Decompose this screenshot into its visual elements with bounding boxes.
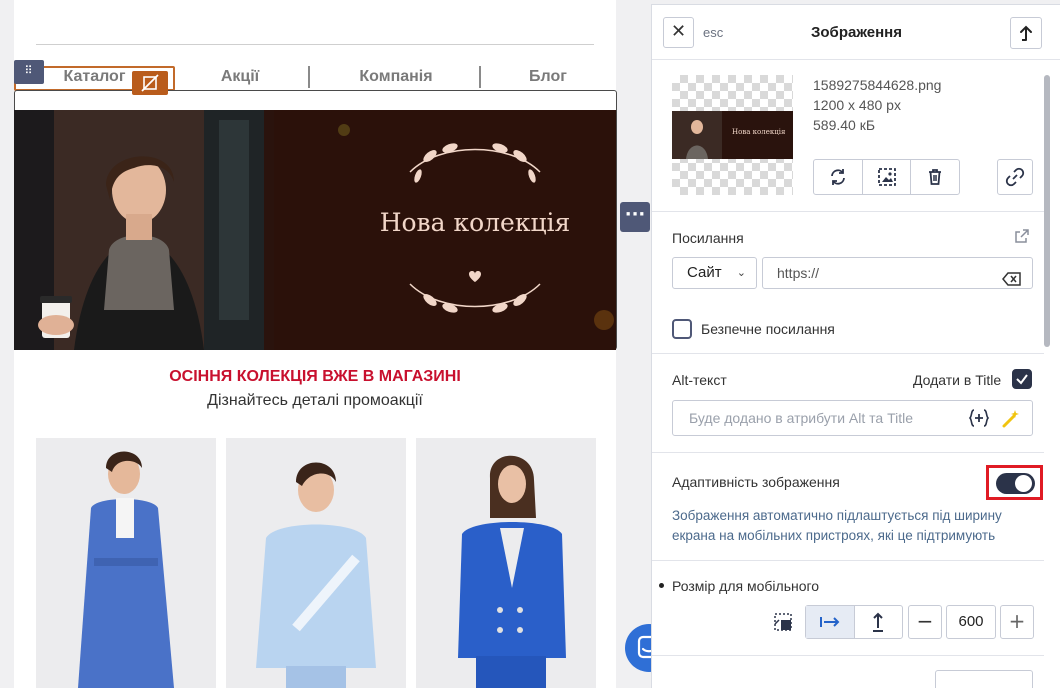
alt-placeholder: Буде додано в атрибути Alt та Title [689, 410, 914, 426]
delete-image-button[interactable] [911, 160, 959, 194]
laurel-bottom-icon [409, 271, 541, 313]
promo-title: ОСІННЯ КОЛЕКЦІЯ ВЖЕ В МАГАЗИНІ [169, 368, 461, 385]
url-placeholder: https:// [777, 265, 820, 281]
product-image-1[interactable] [36, 438, 216, 688]
crop-icon [774, 613, 792, 631]
drag-handle-icon[interactable]: ⠿ [14, 60, 44, 84]
product-image-2[interactable] [226, 438, 406, 688]
toggle-knob [1015, 475, 1032, 492]
bullet-dot [659, 583, 664, 588]
check-icon [1016, 374, 1028, 385]
arrow-right-bar-icon [819, 617, 840, 627]
adaptive-description: Зображення автоматично підлаштується під… [672, 508, 1002, 543]
variable-insert-icon[interactable] [968, 408, 990, 428]
email-canvas: Каталог Акції Компанія Блог ⠿ Нова колек… [0, 0, 673, 688]
unlink-badge[interactable] [132, 71, 168, 95]
increase-size-button[interactable]: + [1000, 605, 1034, 639]
unlink-icon [141, 74, 159, 92]
replace-button[interactable] [814, 160, 863, 194]
mobile-size-label: Розмір для мобільного [672, 578, 820, 594]
laurel-top-icon [409, 143, 541, 183]
more-options-button[interactable]: ··· [620, 202, 650, 232]
image-tools-group [813, 159, 960, 195]
image-edit-icon [877, 168, 896, 186]
add-to-title-checkbox[interactable] [1012, 369, 1032, 389]
link-type-value: Сайт [687, 264, 722, 281]
alt-text-input[interactable]: Буде додано в атрибути Alt та Title [672, 400, 1033, 436]
upload-arrow-icon [1020, 25, 1032, 41]
dots-icon: ··· [624, 204, 646, 225]
alt-input-actions [968, 408, 1022, 428]
section-divider [652, 452, 1044, 453]
product-photo-suit [416, 438, 596, 688]
open-link-button[interactable] [1014, 228, 1030, 248]
decrease-size-button[interactable]: − [908, 605, 942, 639]
safe-link-checkbox[interactable] [672, 319, 692, 339]
clear-input-button[interactable] [1002, 266, 1022, 296]
banner-image[interactable]: Нова колекція [14, 110, 616, 350]
product-image-3[interactable] [416, 438, 596, 688]
nav-item-company[interactable]: Компанія [326, 64, 466, 90]
section-divider [652, 211, 1044, 212]
copy-link-button[interactable] [997, 159, 1033, 195]
replace-image-button[interactable] [1010, 17, 1042, 49]
image-thumbnail: Нова колекція [672, 75, 793, 195]
mobile-size-mode [805, 605, 903, 639]
arrow-up-bar-icon [873, 612, 884, 632]
panel-header: ✕ esc Зображення [652, 5, 1060, 60]
safe-link-label: Безпечне посилання [701, 321, 835, 337]
link-label: Посилання [672, 230, 744, 246]
panel-title: Зображення [811, 24, 902, 41]
link-type-select[interactable]: Сайт ⌄ [672, 257, 757, 289]
refresh-icon [830, 169, 845, 185]
adaptive-toggle[interactable] [996, 473, 1035, 494]
alt-text-label: Alt-текст [672, 372, 727, 388]
original-size-button[interactable] [772, 611, 794, 637]
add-to-title-label: Додати в Title [913, 372, 1002, 388]
adaptive-label: Адаптивність зображення [672, 474, 840, 490]
promo-subtitle: Дізнайтесь деталі промоакції [207, 392, 423, 409]
nav-separator [308, 66, 310, 88]
magic-wand-icon[interactable] [1000, 408, 1022, 428]
mobile-size-input[interactable]: 600 [946, 605, 996, 639]
full-width-button[interactable] [806, 606, 855, 638]
chevron-down-icon: ⌄ [736, 267, 746, 279]
nav-item-promotions[interactable]: Акції [190, 64, 290, 90]
app-root: Каталог Акції Компанія Блог ⠿ Нова колек… [0, 0, 1060, 688]
product-photo-sweater [226, 438, 406, 688]
file-size: 589.40 кБ [813, 117, 876, 133]
alignment-group[interactable] [935, 670, 1033, 688]
thumbnail-preview: Нова колекція [672, 111, 793, 159]
file-dimensions: 1200 x 480 px [813, 97, 901, 113]
file-name: 1589275844628.png [813, 77, 942, 93]
divider-line [36, 44, 594, 45]
panel-scrollbar[interactable] [1044, 75, 1050, 347]
thumbnail-caption: Нова колекція [732, 128, 786, 136]
adaptive-toggle-highlight [986, 465, 1043, 500]
product-photo-coat [36, 438, 216, 688]
section-divider [652, 655, 1044, 656]
section-divider [652, 353, 1044, 354]
image-settings-panel: ✕ esc Зображення Нова колекція 158927584… [651, 4, 1060, 688]
auto-height-button[interactable] [855, 606, 903, 638]
backspace-icon [1002, 272, 1021, 286]
link-icon [1005, 167, 1025, 187]
url-input[interactable]: https:// [762, 257, 1033, 289]
nav-separator [479, 66, 481, 88]
trash-icon [929, 169, 942, 185]
nav-item-blog[interactable]: Блог [498, 64, 598, 90]
edit-image-button[interactable] [863, 160, 912, 194]
banner-heading: Нова колекція [379, 208, 571, 237]
section-divider [652, 560, 1044, 561]
external-link-icon [1015, 229, 1029, 243]
